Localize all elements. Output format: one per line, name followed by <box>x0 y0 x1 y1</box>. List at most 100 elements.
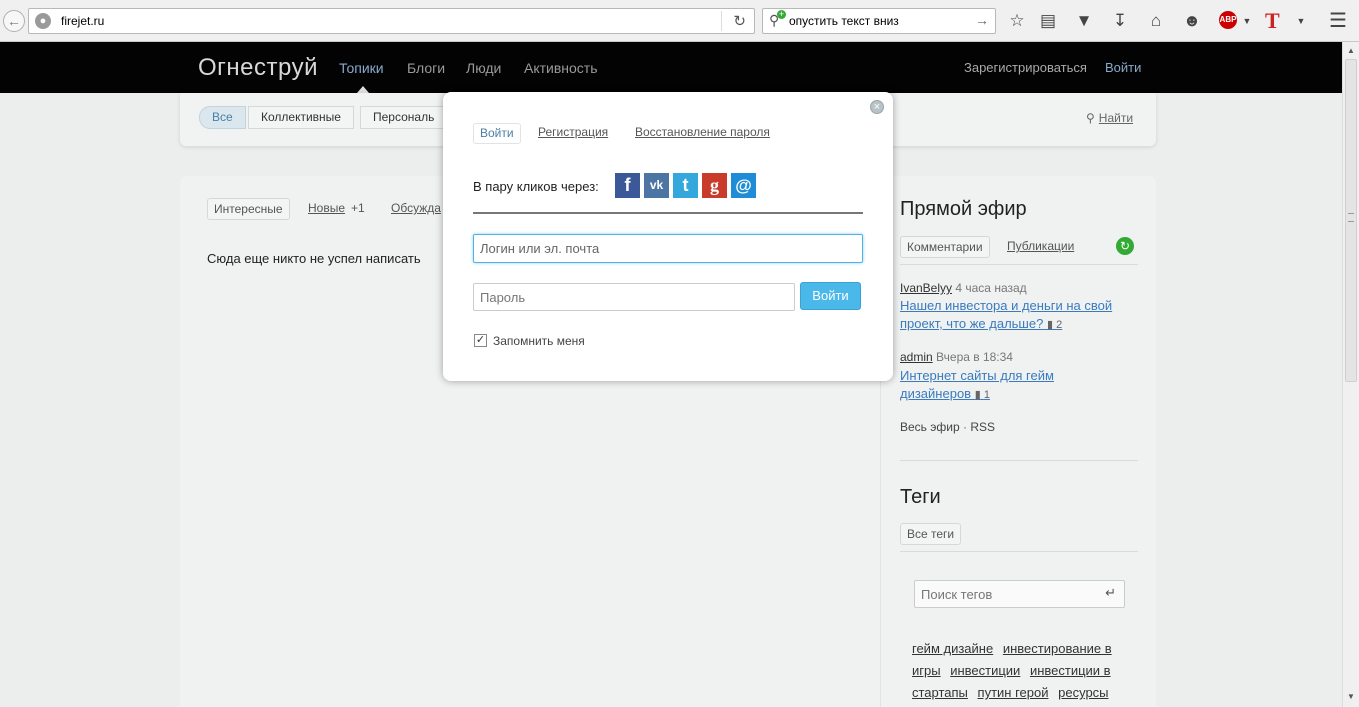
feed-item: Нашел инвестора и деньги на свой проект,… <box>900 297 1140 334</box>
tab-discussed[interactable]: Обсужда <box>391 198 441 220</box>
twitter-icon[interactable]: t <box>673 173 698 198</box>
remember-checkbox[interactable]: ✓ <box>474 334 487 347</box>
login-submit-button[interactable]: Войти <box>800 282 861 310</box>
all-tags-tab[interactable]: Все теги <box>900 523 962 545</box>
nav-people[interactable]: Люди <box>466 60 501 76</box>
tab-publications[interactable]: Публикации <box>1007 236 1074 258</box>
refresh-icon[interactable]: ↻ <box>1116 237 1134 255</box>
find-label: Найти <box>1098 111 1134 125</box>
download-icon[interactable]: ↧ <box>1109 10 1131 32</box>
browser-toolbar: ← ● firejet.ru ↻ ⚲ + опустить текст вниз… <box>0 0 1359 42</box>
password-placeholder: Пароль <box>480 290 526 305</box>
tab-interesting[interactable]: Интересные <box>207 198 290 220</box>
comment-count-value: 2 <box>1056 319 1063 331</box>
scroll-grip <box>1348 213 1354 222</box>
login-placeholder: Логин или эл. почта <box>480 241 600 256</box>
all-feed-link[interactable]: Весь эфир <box>900 420 960 434</box>
browser-search-bar[interactable]: ⚲ + опустить текст вниз → <box>762 8 996 34</box>
social-login-label: В пару кликов через: <box>473 179 599 194</box>
back-button[interactable]: ← <box>3 10 25 32</box>
tab-new[interactable]: Новые <box>308 198 345 220</box>
nav-topics[interactable]: Топики <box>339 60 384 76</box>
url-bar[interactable]: ● firejet.ru ↻ <box>28 8 755 34</box>
divider <box>900 460 1138 461</box>
feed-footer: Весь эфир · RSS <box>900 420 995 434</box>
comment-icon: ▮ <box>974 389 981 401</box>
rss-link[interactable]: RSS <box>970 420 995 434</box>
comment-count: ▮ 2 <box>1047 319 1062 331</box>
tag-link[interactable]: путин герой <box>978 685 1049 700</box>
tags-title: Теги <box>900 486 941 508</box>
search-go-icon[interactable]: → <box>975 12 989 28</box>
modal-tab-login[interactable]: Войти <box>473 123 521 144</box>
comment-count-value: 1 <box>983 389 990 401</box>
feed-time: 4 часа назад <box>955 281 1027 295</box>
facebook-icon[interactable]: f <box>615 173 640 198</box>
feed-item: Интернет сайты для гейм дизайнеров ▮ 1 <box>900 367 1080 404</box>
google-icon[interactable]: g <box>702 173 727 198</box>
tag-link[interactable]: инвестиции <box>950 663 1020 678</box>
menu-icon[interactable]: ☰ <box>1327 10 1349 32</box>
tag-link[interactable]: ресурсы <box>1058 685 1108 700</box>
login-email-input[interactable]: Логин или эл. почта <box>473 234 863 263</box>
remember-label[interactable]: Запомнить меня <box>493 334 585 348</box>
comment-count: ▮ 1 <box>975 389 990 401</box>
feed-author[interactable]: admin <box>900 350 933 364</box>
close-icon[interactable]: × <box>870 100 884 114</box>
url-separator <box>721 11 722 31</box>
live-feed-title: Прямой эфир <box>900 198 1027 220</box>
url-text: firejet.ru <box>61 14 105 28</box>
tag-cloud: гейм дизайне инвестирование в игры инвес… <box>912 638 1137 704</box>
login-modal: × Войти Регистрация Восстановление парол… <box>443 92 893 381</box>
tab-new-count: +1 <box>351 201 365 215</box>
add-search-icon: + <box>777 9 786 19</box>
site-header: Огнеструй Топики Блоги Люди Активность З… <box>0 42 1342 93</box>
empty-message: Сюда еще никто не успел написать <box>207 251 421 266</box>
browser-search-text: опустить текст вниз <box>789 14 899 28</box>
tag-link[interactable]: гейм дизайне <box>912 641 993 656</box>
scroll-down-icon[interactable]: ▼ <box>1347 692 1355 701</box>
feed-item-meta: IvanBelyy 4 часа назад <box>900 281 1027 295</box>
scroll-up-icon[interactable]: ▲ <box>1347 46 1355 55</box>
dropdown-arrow-icon[interactable]: ▼ <box>1236 10 1258 32</box>
dropdown-arrow-icon[interactable]: ▼ <box>1290 10 1312 32</box>
nav-activity[interactable]: Активность <box>524 60 598 76</box>
filter-personal[interactable]: Персональ <box>360 106 448 129</box>
bookmark-star-icon[interactable]: ☆ <box>1006 10 1028 32</box>
site-logo[interactable]: Огнеструй <box>198 54 318 82</box>
tag-search-input[interactable]: Поиск тегов ↵ <box>914 580 1125 608</box>
active-nav-indicator <box>357 86 369 93</box>
filter-all[interactable]: Все <box>199 106 246 129</box>
register-link[interactable]: Зарегистрироваться <box>964 60 1087 75</box>
feed-item-meta: admin Вчера в 18:34 <box>900 350 1013 364</box>
nav-blogs[interactable]: Блоги <box>407 60 445 76</box>
pocket-icon[interactable]: ▼ <box>1073 10 1095 32</box>
password-input[interactable]: Пароль <box>473 283 795 311</box>
feed-author[interactable]: IvanBelyy <box>900 281 952 295</box>
divider <box>900 551 1138 552</box>
vk-icon[interactable]: vk <box>644 173 669 198</box>
reading-list-icon[interactable]: ▤ <box>1037 10 1059 32</box>
translate-icon[interactable]: T <box>1265 8 1280 34</box>
divider <box>900 264 1138 265</box>
reload-icon[interactable]: ↻ <box>733 12 746 30</box>
mail-icon[interactable]: @ <box>731 173 756 198</box>
login-link[interactable]: Войти <box>1105 60 1141 75</box>
adblock-icon[interactable]: ABP <box>1219 11 1237 29</box>
modal-tab-restore-password[interactable]: Восстановление пароля <box>635 123 770 144</box>
page-scrollbar[interactable]: ▲ ▼ <box>1342 42 1359 707</box>
comment-icon: ▮ <box>1046 319 1054 331</box>
find-link[interactable]: ⚲ Найти <box>1086 111 1133 125</box>
filter-collective[interactable]: Коллективные <box>248 106 354 129</box>
modal-tab-register[interactable]: Регистрация <box>538 123 608 144</box>
tab-comments[interactable]: Комментарии <box>900 236 990 258</box>
modal-divider <box>473 212 863 214</box>
magnifier-icon: ⚲ <box>1086 111 1095 125</box>
enter-icon[interactable]: ↵ <box>1105 585 1116 601</box>
separator-dot: · <box>962 420 967 434</box>
home-icon[interactable]: ⌂ <box>1145 10 1167 32</box>
chat-icon[interactable]: ☻ <box>1181 10 1203 32</box>
feed-title-link[interactable]: Нашел инвестора и деньги на свой проект,… <box>900 298 1112 331</box>
globe-icon: ● <box>35 13 51 29</box>
feed-time: Вчера в 18:34 <box>936 350 1013 364</box>
